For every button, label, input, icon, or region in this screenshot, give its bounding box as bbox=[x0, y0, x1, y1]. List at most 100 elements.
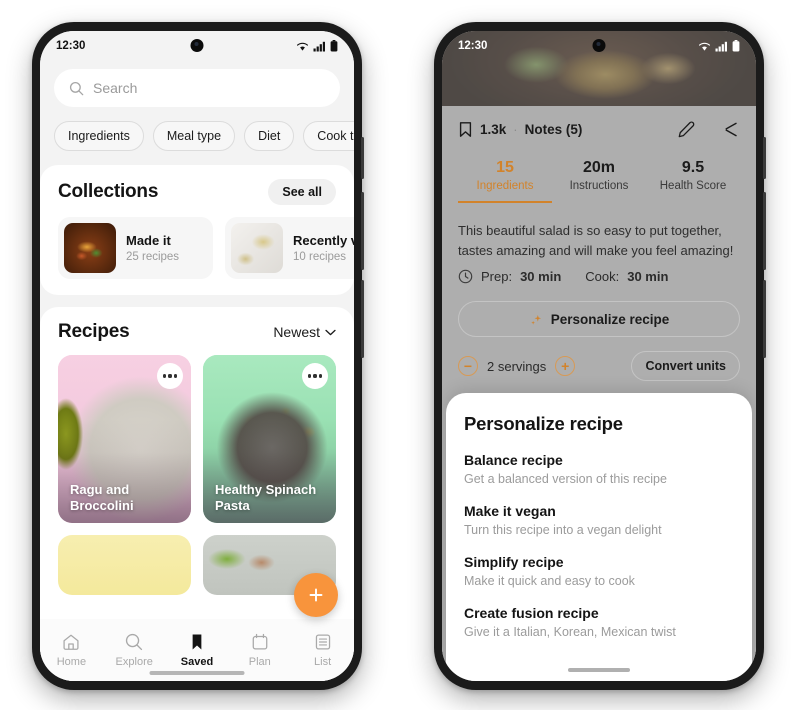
volume-up-button[interactable] bbox=[361, 192, 364, 270]
volume-down-button[interactable] bbox=[763, 280, 766, 358]
status-time: 12:30 bbox=[458, 40, 488, 52]
add-recipe-fab[interactable] bbox=[294, 573, 338, 617]
convert-units-button[interactable]: Convert units bbox=[631, 351, 740, 381]
servings-row: − 2 servings + Convert units bbox=[458, 351, 740, 381]
option-balance-recipe[interactable]: Balance recipe Get a balanced version of… bbox=[464, 452, 734, 486]
search-icon bbox=[69, 81, 84, 95]
recipe-card-peek[interactable] bbox=[58, 535, 191, 595]
personalize-bottom-sheet: Personalize recipe Balance recipe Get a … bbox=[446, 393, 752, 681]
screen-right: 12:30 1.3k · Notes (5) 15 Ingredients 20… bbox=[442, 31, 756, 681]
collection-text: Recently viewed 10 recipes bbox=[293, 233, 354, 263]
more-options-icon[interactable] bbox=[157, 363, 183, 389]
nav-item-saved[interactable]: Saved bbox=[166, 632, 229, 668]
nav-label: Saved bbox=[180, 656, 214, 668]
collections-header: Collections See all bbox=[40, 179, 354, 205]
recipe-grid: Ragu and Broccolini Healthy Spinach Past… bbox=[40, 343, 354, 523]
home-icon bbox=[63, 634, 79, 650]
tab-ingredients[interactable]: 15 Ingredients bbox=[458, 159, 552, 203]
collection-thumbnail bbox=[231, 223, 283, 273]
collection-name: Made it bbox=[126, 233, 171, 248]
recipe-detail-app: 12:30 1.3k · Notes (5) 15 Ingredients 20… bbox=[442, 31, 756, 681]
share-icon[interactable] bbox=[721, 120, 740, 139]
phone-right: 12:30 1.3k · Notes (5) 15 Ingredients 20… bbox=[434, 22, 766, 690]
recipes-title: Recipes bbox=[58, 321, 130, 342]
search-icon bbox=[126, 633, 143, 651]
decrease-servings-button[interactable]: − bbox=[458, 356, 478, 376]
add-icon bbox=[309, 588, 323, 602]
sort-selector[interactable]: Newest bbox=[273, 324, 336, 340]
chip-meal-type[interactable]: Meal type bbox=[152, 121, 236, 151]
option-subtitle: Give it a Italian, Korean, Mexican twist bbox=[464, 625, 676, 639]
nav-item-plan[interactable]: Plan bbox=[228, 632, 291, 668]
phone-left: 12:30 Search Ingredients Meal type Diet … bbox=[32, 22, 364, 690]
status-time: 12:30 bbox=[56, 40, 86, 52]
signal-icon bbox=[313, 41, 325, 51]
recipe-title: Ragu and Broccolini bbox=[70, 481, 134, 513]
nav-item-home[interactable]: Home bbox=[40, 632, 103, 668]
recipe-card-healthy-spinach-pasta[interactable]: Healthy Spinach Pasta bbox=[203, 355, 336, 523]
nav-item-list[interactable]: List bbox=[291, 632, 354, 668]
option-make-it-vegan[interactable]: Make it vegan Turn this recipe into a ve… bbox=[464, 503, 734, 537]
wifi-icon bbox=[699, 42, 710, 51]
chip-diet[interactable]: Diet bbox=[244, 121, 295, 151]
volume-down-button[interactable] bbox=[361, 280, 364, 358]
chip-cook-time[interactable]: Cook time bbox=[303, 121, 354, 151]
nav-label: Home bbox=[56, 656, 87, 668]
notes-link[interactable]: Notes (5) bbox=[525, 122, 583, 137]
list-icon bbox=[315, 634, 330, 650]
recipe-stats-tabs: 15 Ingredients 20m Instructions 9.5 Heal… bbox=[442, 159, 756, 203]
recipe-timing: Prep: 30 min Cook: 30 min bbox=[458, 269, 668, 284]
power-button[interactable] bbox=[763, 137, 766, 179]
collections-list[interactable]: Made it 25 recipes Recently viewed 10 re… bbox=[40, 205, 354, 279]
wifi-icon bbox=[297, 42, 308, 51]
nav-item-explore[interactable]: Explore bbox=[103, 632, 166, 668]
tab-health-score[interactable]: 9.5 Health Score bbox=[646, 159, 740, 203]
collection-text: Made it 25 recipes bbox=[126, 233, 179, 263]
calendar-icon bbox=[252, 633, 268, 650]
pencil-icon[interactable] bbox=[677, 120, 696, 139]
volume-up-button[interactable] bbox=[763, 192, 766, 270]
recipe-description: This beautiful salad is so easy to put t… bbox=[458, 223, 734, 259]
recipes-app: 12:30 Search Ingredients Meal type Diet … bbox=[40, 31, 354, 681]
option-simplify-recipe[interactable]: Simplify recipe Make it quick and easy t… bbox=[464, 554, 734, 588]
screen-left: 12:30 Search Ingredients Meal type Diet … bbox=[40, 31, 354, 681]
bookmark-icon[interactable] bbox=[458, 121, 473, 138]
recipe-card-ragu-and-broccolini[interactable]: Ragu and Broccolini bbox=[58, 355, 191, 523]
battery-icon bbox=[732, 40, 740, 52]
collection-name: Recently viewed bbox=[293, 233, 354, 248]
status-icons bbox=[296, 40, 338, 52]
stat-label: Health Score bbox=[659, 180, 727, 192]
option-title: Simplify recipe bbox=[464, 554, 564, 570]
nav-label: List bbox=[314, 656, 332, 668]
clock-icon bbox=[458, 269, 473, 284]
option-create-fusion-recipe[interactable]: Create fusion recipe Give it a Italian, … bbox=[464, 605, 734, 639]
personalize-label: Personalize recipe bbox=[550, 311, 670, 327]
recipes-header: Recipes Newest bbox=[40, 321, 354, 343]
chevron-down-icon bbox=[325, 329, 336, 335]
stat-label: Ingredients bbox=[476, 180, 534, 192]
collection-card-made-it[interactable]: Made it 25 recipes bbox=[58, 217, 213, 279]
collections-title: Collections bbox=[58, 181, 159, 202]
cook-label: Cook: bbox=[585, 269, 620, 284]
increase-servings-button[interactable]: + bbox=[555, 356, 576, 376]
collections-panel: Collections See all Made it 25 recipes R… bbox=[40, 165, 354, 295]
power-button[interactable] bbox=[361, 137, 364, 179]
option-subtitle: Turn this recipe into a vegan delight bbox=[464, 523, 662, 537]
stat-value: 15 bbox=[496, 159, 514, 176]
personalize-recipe-button[interactable]: Personalize recipe bbox=[458, 301, 740, 337]
collection-card-recently-viewed[interactable]: Recently viewed 10 recipes bbox=[225, 217, 354, 279]
sparkle-icon bbox=[530, 314, 541, 325]
sheet-title: Personalize recipe bbox=[464, 413, 623, 434]
front-camera-punchhole bbox=[592, 39, 606, 52]
servings-value: 2 servings bbox=[487, 358, 547, 374]
sort-label: Newest bbox=[273, 324, 320, 340]
search-input[interactable]: Search bbox=[54, 69, 340, 107]
option-subtitle: Make it quick and easy to cook bbox=[464, 574, 635, 588]
battery-icon bbox=[330, 40, 338, 52]
bookmark-icon bbox=[192, 634, 202, 650]
tab-instructions[interactable]: 20m Instructions bbox=[552, 159, 646, 203]
more-options-icon[interactable] bbox=[302, 363, 328, 389]
chip-ingredients[interactable]: Ingredients bbox=[54, 121, 144, 151]
status-icons bbox=[698, 40, 740, 52]
see-all-button[interactable]: See all bbox=[268, 179, 336, 205]
